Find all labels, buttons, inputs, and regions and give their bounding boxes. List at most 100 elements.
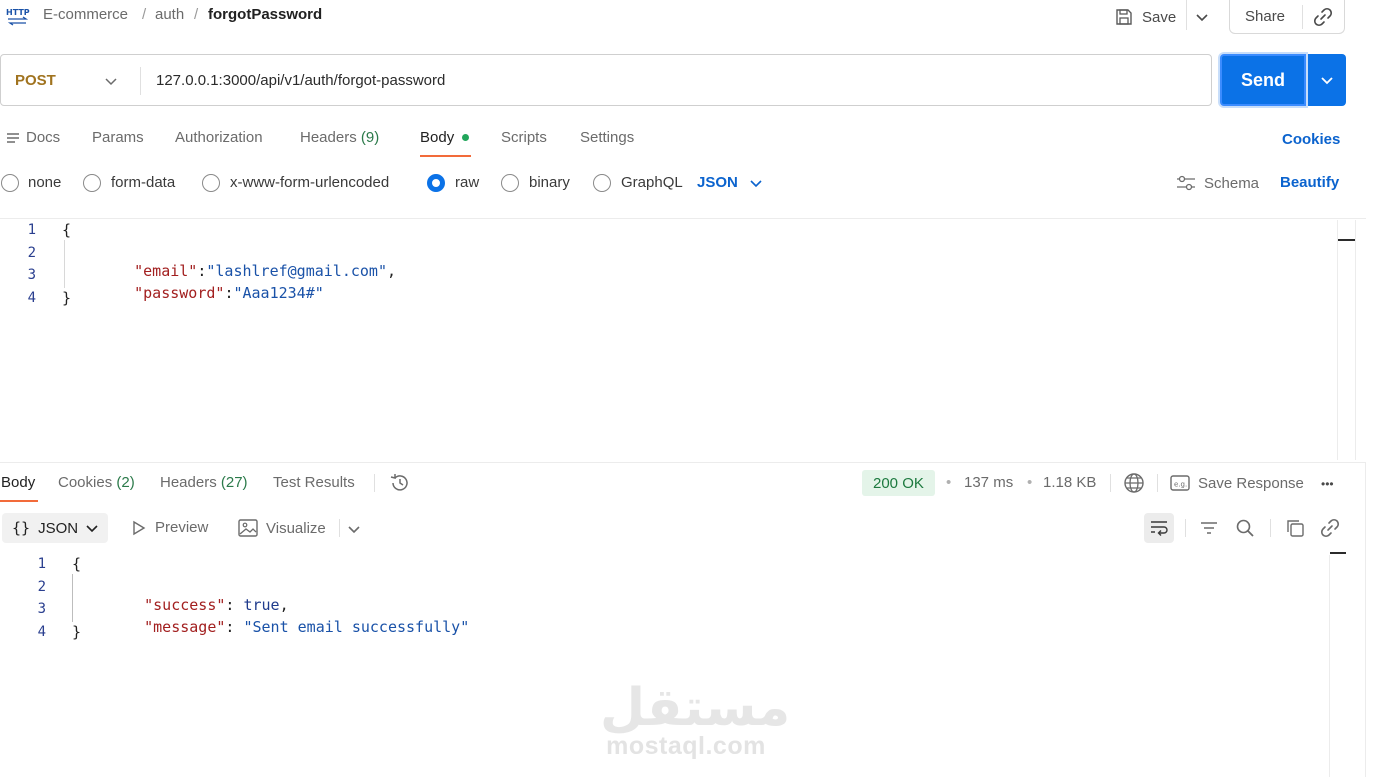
chevron-down-icon <box>1195 10 1209 24</box>
meta-separator: • <box>1027 474 1033 491</box>
response-tab-headers[interactable]: Headers (27) <box>160 474 248 491</box>
json-key: "password" <box>134 284 225 302</box>
status-badge[interactable]: 200 OK <box>862 470 935 496</box>
response-time[interactable]: 137 ms <box>964 474 1013 491</box>
tab-body[interactable]: Body <box>420 129 470 146</box>
scrollbar-track <box>1337 220 1338 460</box>
response-tab-body[interactable]: Body <box>1 474 35 491</box>
line-number: 3 <box>27 267 36 283</box>
code-brace: { <box>72 555 82 573</box>
save-options-button[interactable] <box>1195 0 1209 34</box>
share-group: Share <box>1229 0 1345 34</box>
save-icon <box>1114 7 1134 27</box>
divider <box>1110 474 1111 492</box>
watermark-text: mostaql.com <box>606 732 766 760</box>
radio-none-label: none <box>28 174 62 191</box>
code-brace: { <box>62 221 72 239</box>
line-number: 3 <box>37 601 46 617</box>
format-select-label: JSON <box>697 174 738 191</box>
example-icon: e.g. <box>1170 474 1190 492</box>
radio-raw[interactable] <box>427 174 445 192</box>
tab-docs-label: Docs <box>26 129 61 146</box>
breadcrumb-collection[interactable]: E-commerce <box>43 6 128 23</box>
copy-button[interactable] <box>1285 518 1305 538</box>
tab-authorization[interactable]: Authorization <box>175 129 263 146</box>
tab-scripts[interactable]: Scripts <box>501 129 547 146</box>
tab-body-label: Body <box>420 129 455 146</box>
chevron-down-icon[interactable] <box>105 75 117 87</box>
scrollbar-track <box>1329 555 1330 777</box>
indent-guide <box>64 240 65 288</box>
tab-settings[interactable]: Settings <box>580 129 634 146</box>
radio-binary[interactable] <box>501 174 519 192</box>
sliders-icon <box>1176 174 1196 192</box>
save-label: Save <box>1142 8 1177 26</box>
method-select[interactable]: POST <box>15 72 56 89</box>
preview-button[interactable]: Preview <box>131 519 208 536</box>
play-icon <box>131 520 147 536</box>
response-tab-test-results[interactable]: Test Results <box>273 474 355 491</box>
send-button[interactable]: Send <box>1220 54 1306 106</box>
breadcrumb-separator: / <box>142 6 147 23</box>
breadcrumb-separator: / <box>194 6 199 23</box>
save-button[interactable]: Save <box>1114 0 1176 34</box>
network-button[interactable] <box>1123 472 1145 494</box>
radio-urlencoded[interactable] <box>202 174 220 192</box>
radio-form-data[interactable] <box>83 174 101 192</box>
wrap-icon <box>1149 519 1169 537</box>
active-tab-indicator <box>420 155 471 157</box>
line-number: 4 <box>37 624 46 640</box>
tab-docs[interactable]: Docs <box>6 129 60 146</box>
response-tab-cookies-count: (2) <box>116 474 135 491</box>
code-line: "message": "Sent email successfully" <box>108 600 469 654</box>
docs-icon <box>6 131 20 145</box>
copy-link-response-button[interactable] <box>1320 518 1340 538</box>
search-icon <box>1235 518 1255 538</box>
divider <box>1186 0 1187 30</box>
visualize-button[interactable]: Visualize <box>238 519 326 537</box>
cookies-link[interactable]: Cookies <box>1282 131 1340 148</box>
breadcrumb-folder[interactable]: auth <box>155 6 184 23</box>
response-format-select[interactable]: {} JSON <box>2 513 108 543</box>
request-body-editor[interactable]: 1 2 3 4 { "email":"lashlref@gmail.com", … <box>0 218 1340 462</box>
breadcrumb-request[interactable]: forgotPassword <box>208 6 322 23</box>
filter-icon <box>1199 518 1219 538</box>
radio-graphql-label: GraphQL <box>621 174 683 191</box>
watermark-logo: مستقل <box>600 678 791 738</box>
top-bar: HTTP E-commerce / auth / forgotPassword … <box>0 0 1374 34</box>
wrap-lines-button[interactable] <box>1144 513 1174 543</box>
url-input[interactable]: 127.0.0.1:3000/api/v1/auth/forgot-passwo… <box>156 72 445 89</box>
divider <box>1185 519 1186 537</box>
pane-divider[interactable] <box>0 462 1366 463</box>
line-number: 1 <box>27 222 36 238</box>
response-tab-cookies[interactable]: Cookies (2) <box>58 474 135 491</box>
format-select[interactable]: JSON <box>697 174 762 191</box>
radio-none[interactable] <box>1 174 19 192</box>
json-string: "Sent email successfully" <box>243 618 470 636</box>
visualize-options-button[interactable] <box>347 522 361 536</box>
response-size[interactable]: 1.18 KB <box>1043 474 1096 491</box>
share-button[interactable]: Share <box>1230 8 1302 25</box>
svg-text:HTTP: HTTP <box>6 8 30 17</box>
json-string: "Aaa1234#" <box>233 284 324 302</box>
http-request-icon: HTTP <box>6 6 30 26</box>
chevron-down-icon <box>86 522 98 534</box>
radio-form-data-label: form-data <box>111 174 176 191</box>
copy-link-button[interactable] <box>1303 7 1333 27</box>
radio-graphql[interactable] <box>593 174 611 192</box>
send-options-button[interactable] <box>1308 54 1346 106</box>
radio-urlencoded-label: x-www-form-urlencoded <box>230 174 390 191</box>
history-button[interactable] <box>389 473 411 493</box>
tab-headers[interactable]: Headers (9) <box>300 129 379 146</box>
filter-button[interactable] <box>1199 518 1219 538</box>
beautify-button[interactable]: Beautify <box>1280 174 1339 191</box>
divider <box>339 519 340 537</box>
tab-params[interactable]: Params <box>92 129 144 146</box>
active-tab-indicator <box>0 500 38 502</box>
chevron-down-icon <box>347 522 361 536</box>
schema-button[interactable]: Schema <box>1176 174 1259 192</box>
more-options-button[interactable]: ••• <box>1321 477 1334 491</box>
save-response-button[interactable]: e.g. Save Response <box>1170 474 1304 492</box>
search-button[interactable] <box>1235 518 1255 538</box>
schema-label: Schema <box>1204 174 1260 192</box>
